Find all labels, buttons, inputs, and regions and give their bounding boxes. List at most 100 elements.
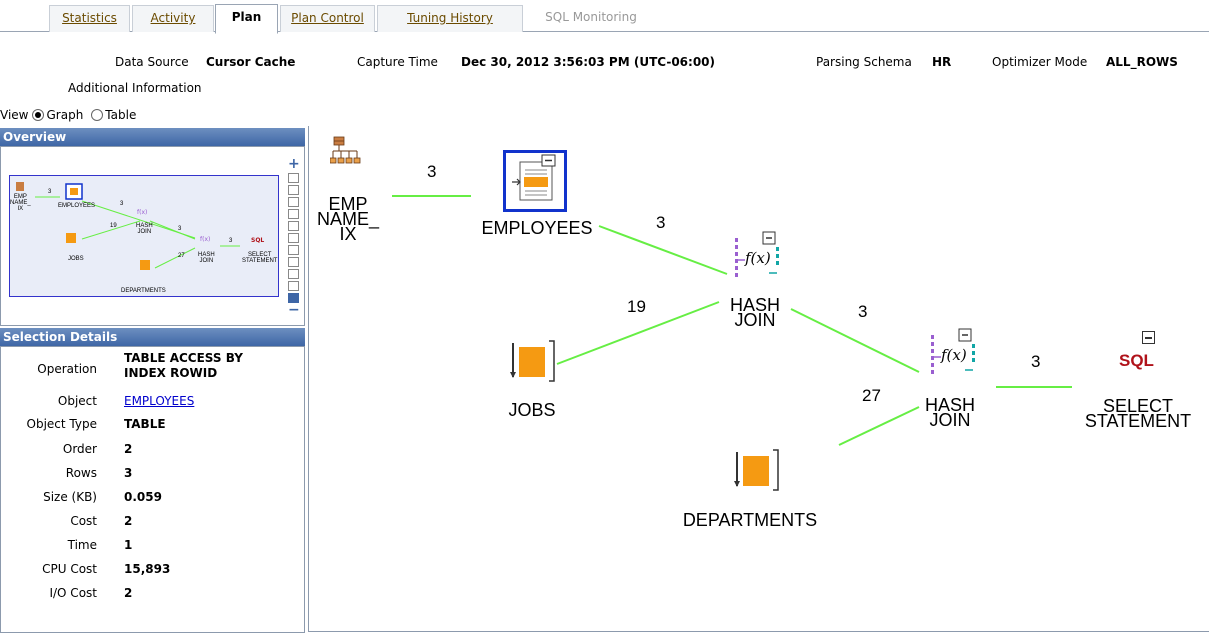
plan-graph[interactable]: EMP NAME_ IX EMPLOYEES f(x) HASH JOIN JO…: [308, 126, 1209, 632]
tab-statistics[interactable]: Statistics: [49, 5, 130, 32]
jobs-table-icon[interactable]: [509, 339, 559, 383]
view-label: View: [0, 108, 29, 122]
svg-text:f(x): f(x): [200, 236, 210, 243]
detail-value: TABLE ACCESS BY INDEX ROWID: [124, 351, 243, 380]
fx-label: f(x): [940, 346, 967, 364]
svg-text:f(x): f(x): [137, 209, 147, 216]
zoom-out-button[interactable]: −: [288, 303, 300, 317]
node-label-employees[interactable]: EMPLOYEES: [462, 219, 612, 237]
detail-value: 2: [124, 442, 133, 456]
edge-label-departments-hashjoin2: 27: [862, 386, 881, 405]
table-access-icon: [512, 154, 556, 201]
graph-radio[interactable]: [32, 109, 45, 121]
node-label-departments[interactable]: DEPARTMENTS: [655, 511, 845, 529]
additional-information-toggle[interactable]: Additional Information: [68, 81, 202, 95]
overview-label-employees: EMPLOYEES: [58, 203, 96, 209]
overview-edge-label: 3: [48, 189, 52, 195]
selected-node-frame[interactable]: [503, 150, 567, 212]
detail-label: Operation: [37, 362, 97, 376]
overview-edge-label: 3: [178, 226, 182, 232]
overview-viewport[interactable]: f(x) f(x) SQL EMP NAME_ IX EMPLOYEES JOB…: [9, 175, 279, 297]
edge-hashjoin1-hashjoin2: [790, 308, 920, 373]
parsing-schema-label: Parsing Schema: [816, 55, 912, 69]
node-label-jobs[interactable]: JOBS: [487, 401, 577, 419]
object-link[interactable]: EMPLOYEES: [124, 394, 194, 408]
edge-label-jobs-hashjoin1: 19: [627, 297, 646, 316]
hash-join-icon[interactable]: f(x): [927, 327, 979, 381]
zoom-step[interactable]: [288, 185, 299, 195]
index-icon[interactable]: [330, 136, 364, 168]
zoom-step[interactable]: [288, 233, 299, 243]
node-label-select-statement[interactable]: SELECT STATEMENT: [1069, 397, 1207, 430]
optimizer-mode-value: ALL_ROWS: [1106, 55, 1178, 69]
parsing-schema-value: HR: [932, 55, 952, 69]
table-radio-label[interactable]: Table: [105, 108, 136, 122]
sql-icon[interactable]: SQL: [1119, 351, 1154, 371]
overview-sql-label: SQL: [251, 237, 264, 244]
capture-time-value: Dec 30, 2012 3:56:03 PM (UTC-06:00): [461, 55, 715, 69]
departments-table-icon[interactable]: [733, 448, 783, 492]
edge-label-hashjoin2-select: 3: [1031, 352, 1041, 371]
edge-label-hashjoin1-hashjoin2: 3: [858, 302, 868, 321]
detail-value: 0.059: [124, 490, 162, 504]
overview-label-hash-join-2: HASH JOIN: [198, 252, 215, 264]
detail-value: 3: [124, 466, 133, 480]
tab-activity[interactable]: Activity: [132, 5, 214, 32]
detail-value: 2: [124, 514, 133, 528]
node-label-emp-name-ix[interactable]: EMP NAME_ IX: [314, 195, 382, 243]
data-source-label: Data Source: [115, 55, 189, 69]
table-radio[interactable]: [91, 109, 104, 121]
graph-radio-label[interactable]: Graph: [46, 108, 83, 122]
detail-label: Cost: [70, 514, 97, 528]
edge-label-emp-employees: 3: [427, 162, 437, 181]
selection-details-panel: Operation TABLE ACCESS BY INDEX ROWID Ob…: [0, 346, 305, 633]
detail-label: I/O Cost: [49, 586, 97, 600]
capture-time-label: Capture Time: [357, 55, 438, 69]
fx-label: f(x): [744, 249, 771, 267]
zoom-step[interactable]: [288, 245, 299, 255]
overview-edge-label: 3: [229, 238, 233, 244]
zoom-step[interactable]: [288, 173, 299, 183]
zoom-step[interactable]: [288, 281, 299, 291]
view-selector: View Graph Table: [0, 107, 136, 123]
overview-edge-label: 3: [120, 201, 124, 207]
detail-value: 1: [124, 538, 133, 552]
detail-value: 2: [124, 586, 133, 600]
node-label-hash-join-1[interactable]: HASH JOIN: [705, 296, 805, 329]
edge-employees-hashjoin1: [598, 225, 728, 275]
overview-header: Overview: [0, 128, 305, 146]
edge-label-employees-hashjoin1: 3: [656, 213, 666, 232]
collapse-icon[interactable]: [1142, 331, 1155, 344]
tab-plan[interactable]: Plan: [215, 4, 278, 34]
detail-value: 15,893: [124, 562, 171, 576]
overview-edge-label: 19: [110, 223, 117, 229]
overview-edge-label: 27: [178, 253, 185, 259]
selection-details-header: Selection Details: [0, 328, 305, 346]
overview-label-jobs: JOBS: [68, 256, 84, 262]
hash-join-icon[interactable]: f(x): [731, 230, 783, 284]
detail-label: Time: [67, 538, 97, 552]
plan-graph-edges: [392, 195, 1072, 446]
tab-plan-control[interactable]: Plan Control: [280, 5, 375, 32]
detail-label: Rows: [65, 466, 97, 480]
overview-label-hash-join-1: HASH JOIN: [136, 223, 153, 235]
detail-label: Object Type: [26, 417, 97, 431]
zoom-step[interactable]: [288, 257, 299, 267]
detail-label: Size (KB): [43, 490, 97, 504]
optimizer-mode-label: Optimizer Mode: [992, 55, 1088, 69]
zoom-step[interactable]: [288, 269, 299, 279]
overview-label-departments: DEPARTMENTS: [121, 288, 166, 294]
zoom-step[interactable]: [288, 221, 299, 231]
overview-label-emp-name-ix: EMP NAME_ IX: [10, 194, 31, 212]
zoom-step[interactable]: [288, 197, 299, 207]
detail-label: Object: [57, 394, 97, 408]
tab-sql-monitoring: SQL Monitoring: [545, 10, 637, 24]
tab-tuning-history[interactable]: Tuning History: [377, 5, 523, 32]
data-source-value: Cursor Cache: [206, 55, 296, 69]
detail-label: CPU Cost: [42, 562, 97, 576]
node-label-hash-join-2[interactable]: HASH JOIN: [905, 396, 995, 429]
zoom-step[interactable]: [288, 209, 299, 219]
detail-label: Order: [62, 442, 97, 456]
overview-label-select-statement: SELECT STATEMENT: [242, 252, 278, 264]
zoom-in-button[interactable]: +: [288, 157, 300, 171]
